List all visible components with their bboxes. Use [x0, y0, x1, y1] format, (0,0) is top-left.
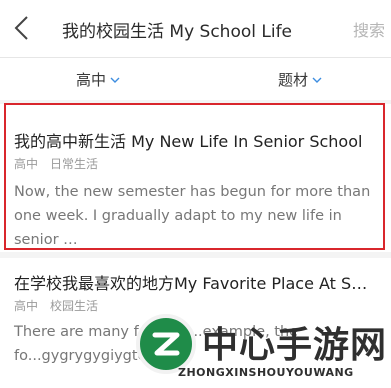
article-excerpt: There are many f...laces...example, the …: [14, 324, 299, 364]
topic-filter-label: 题材: [278, 71, 309, 89]
article-category-tag: 校园生活: [50, 299, 99, 313]
page-title: 我的校园生活 My School Life: [62, 22, 293, 42]
article-category-tag: 日常生活: [50, 157, 99, 171]
article-excerpt: Now, the new semester has begun for more…: [14, 184, 371, 248]
article-card[interactable]: 在学校我最喜欢的地方My Favorite Place At S… 高中 校园生活…: [0, 258, 391, 388]
grade-filter-label: 高中: [76, 71, 107, 89]
article-title[interactable]: 在学校我最喜欢的地方My Favorite Place At S…: [14, 270, 386, 294]
search-button[interactable]: 搜索: [353, 17, 385, 41]
article-card[interactable]: 我的高中新生活 My New Life In Senior School 高中日…: [0, 104, 391, 252]
article-level-tag: 高中: [14, 299, 39, 313]
chevron-left-icon: [14, 16, 28, 40]
grade-filter-dropdown[interactable]: 高中: [76, 69, 120, 90]
article-meta: 高中 校园生活: [14, 297, 98, 314]
chevron-down-icon: [312, 77, 322, 83]
chevron-down-icon: [110, 77, 120, 83]
top-bar: 我的校园生活 My School Life 搜索: [0, 0, 391, 58]
filter-bar: 高中 题材: [0, 58, 391, 100]
article-level-tag: 高中: [14, 157, 39, 171]
article-meta: 高中 日常生活: [14, 155, 98, 172]
topic-filter-dropdown[interactable]: 题材: [278, 69, 322, 90]
article-title[interactable]: 我的高中新生活 My New Life In Senior School: [14, 128, 382, 152]
back-button[interactable]: [10, 14, 34, 42]
